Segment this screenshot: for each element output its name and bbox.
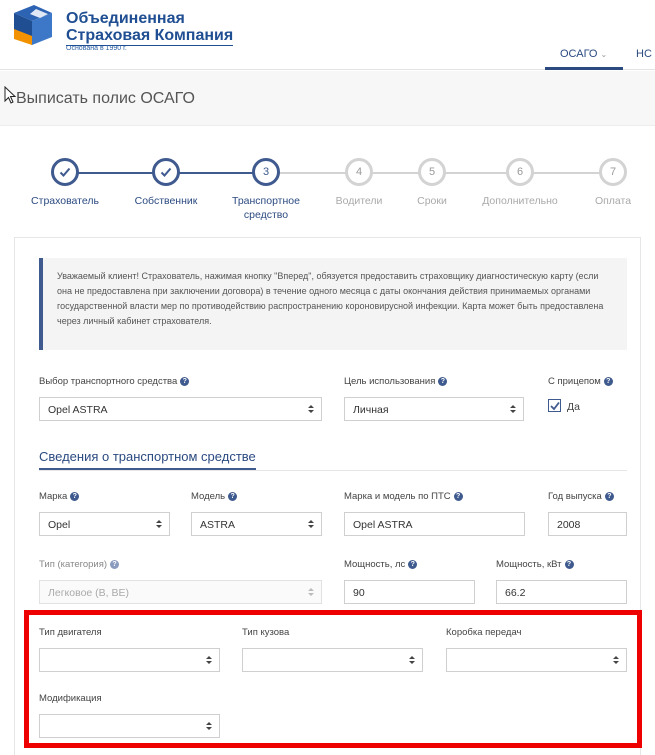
category-label: Тип (категория)? [39,559,120,570]
highlight-box [24,610,642,748]
trailer-label: С прицепом? [548,376,613,387]
select-arrows-icon [510,405,516,413]
checkmark-icon [160,167,172,177]
help-icon[interactable]: ? [603,377,613,386]
help-icon[interactable]: ? [180,377,190,386]
help-icon[interactable]: ? [408,560,418,569]
step-label: Сроки [417,195,447,207]
year-input[interactable]: 2008 [548,512,627,536]
select-arrows-icon [308,588,314,596]
help-icon[interactable]: ? [228,492,238,501]
step-label: Оплата [594,195,632,207]
trailer-checkbox[interactable] [548,399,561,412]
step-additional[interactable]: 6 Дополнительно [470,158,570,208]
make-select[interactable]: Opel [39,512,170,536]
nav-active-indicator [545,67,623,70]
chevron-down-icon: ⌄ [600,50,608,59]
category-select: Легковое (B, BE) [39,580,322,604]
step-circle [152,158,180,186]
make-label: Марка? [39,491,80,502]
vehicle-select-label: Выбор транспортного средства? [39,376,190,387]
help-icon[interactable]: ? [110,560,120,569]
cube-logo-icon[interactable] [10,3,56,49]
site-header: Объединенная Страховая Компания Основана… [0,0,655,70]
model-label: Модель? [191,491,238,502]
page-title: Выписать полис ОСАГО [16,90,195,107]
trailer-option-label: Да [567,401,580,413]
step-owner[interactable]: Собственник [116,158,216,208]
nav-osago-label: ОСАГО [560,48,598,60]
step-insurer[interactable]: Страхователь [15,158,115,208]
power-kw-label: Мощность, кВт? [496,559,574,570]
power-hp-input[interactable]: 90 [344,580,475,604]
select-arrows-icon [308,520,314,528]
pts-make-model-input[interactable]: Opel ASTRA [344,512,525,536]
usage-purpose-label: Цель использования? [344,376,448,387]
select-arrows-icon [156,520,162,528]
model-select[interactable]: ASTRA [191,512,322,536]
year-value: 2008 [557,519,581,531]
vehicle-info-section-title: Сведения о транспортном средстве [39,449,256,470]
step-label: Страхователь [31,195,99,207]
checkmark-icon [550,401,560,411]
step-circle: 3 [252,158,280,186]
help-icon[interactable]: ? [453,492,463,501]
step-payment[interactable]: 7 Оплата [563,158,655,208]
step-circle: 6 [506,158,534,186]
brand-name-line2: Страховая Компания [66,27,234,46]
power-hp-label: Мощность, лс? [344,559,418,570]
checkmark-icon [59,167,71,177]
step-terms[interactable]: 5 Сроки [382,158,482,208]
page-title-band: Выписать полис ОСАГО [0,71,655,126]
model-value: ASTRA [200,519,236,531]
nav-osago[interactable]: ОСАГО ⌄ [560,48,607,60]
category-value: Легковое (B, BE) [48,587,130,599]
power-hp-value: 90 [353,587,365,599]
power-kw-value: 66.2 [505,587,526,599]
step-label: Дополнительно [482,195,558,207]
power-kw-input[interactable]: 66.2 [496,580,627,604]
mouse-cursor-icon [4,86,16,104]
section-divider [39,470,627,471]
brand-name-line1: Объединенная [66,10,185,27]
step-label: Транспортное средство [232,195,300,221]
pts-make-model-label: Марка и модель по ПТС? [344,491,463,502]
make-value: Opel [48,519,71,531]
usage-purpose-select[interactable]: Личная [344,397,524,421]
help-icon[interactable]: ? [70,492,80,501]
help-icon[interactable]: ? [564,560,574,569]
step-circle [51,158,79,186]
vehicle-select[interactable]: Opel ASTRA [39,397,322,421]
usage-purpose-value: Личная [353,404,389,416]
select-arrows-icon [308,405,314,413]
step-label: Собственник [134,195,198,207]
covid-notice: Уважаемый клиент! Страхователь, нажимая … [39,258,627,350]
step-circle: 5 [418,158,446,186]
vehicle-select-value: Opel ASTRA [48,404,108,416]
nav-ns[interactable]: НС [636,48,652,60]
nav-ns-label: НС [636,48,652,60]
brand-founded: Основана в 1990 г. [66,45,127,52]
step-circle: 7 [599,158,627,186]
step-vehicle[interactable]: 3 Транспортное средство [216,158,316,222]
year-label: Год выпуска? [548,491,614,502]
pts-make-model-value: Opel ASTRA [353,519,413,531]
help-icon[interactable]: ? [438,377,448,386]
help-icon[interactable]: ? [604,492,614,501]
step-circle: 4 [345,158,373,186]
progress-stepper: Страхователь Собственник 3 Транспортное … [0,158,655,228]
